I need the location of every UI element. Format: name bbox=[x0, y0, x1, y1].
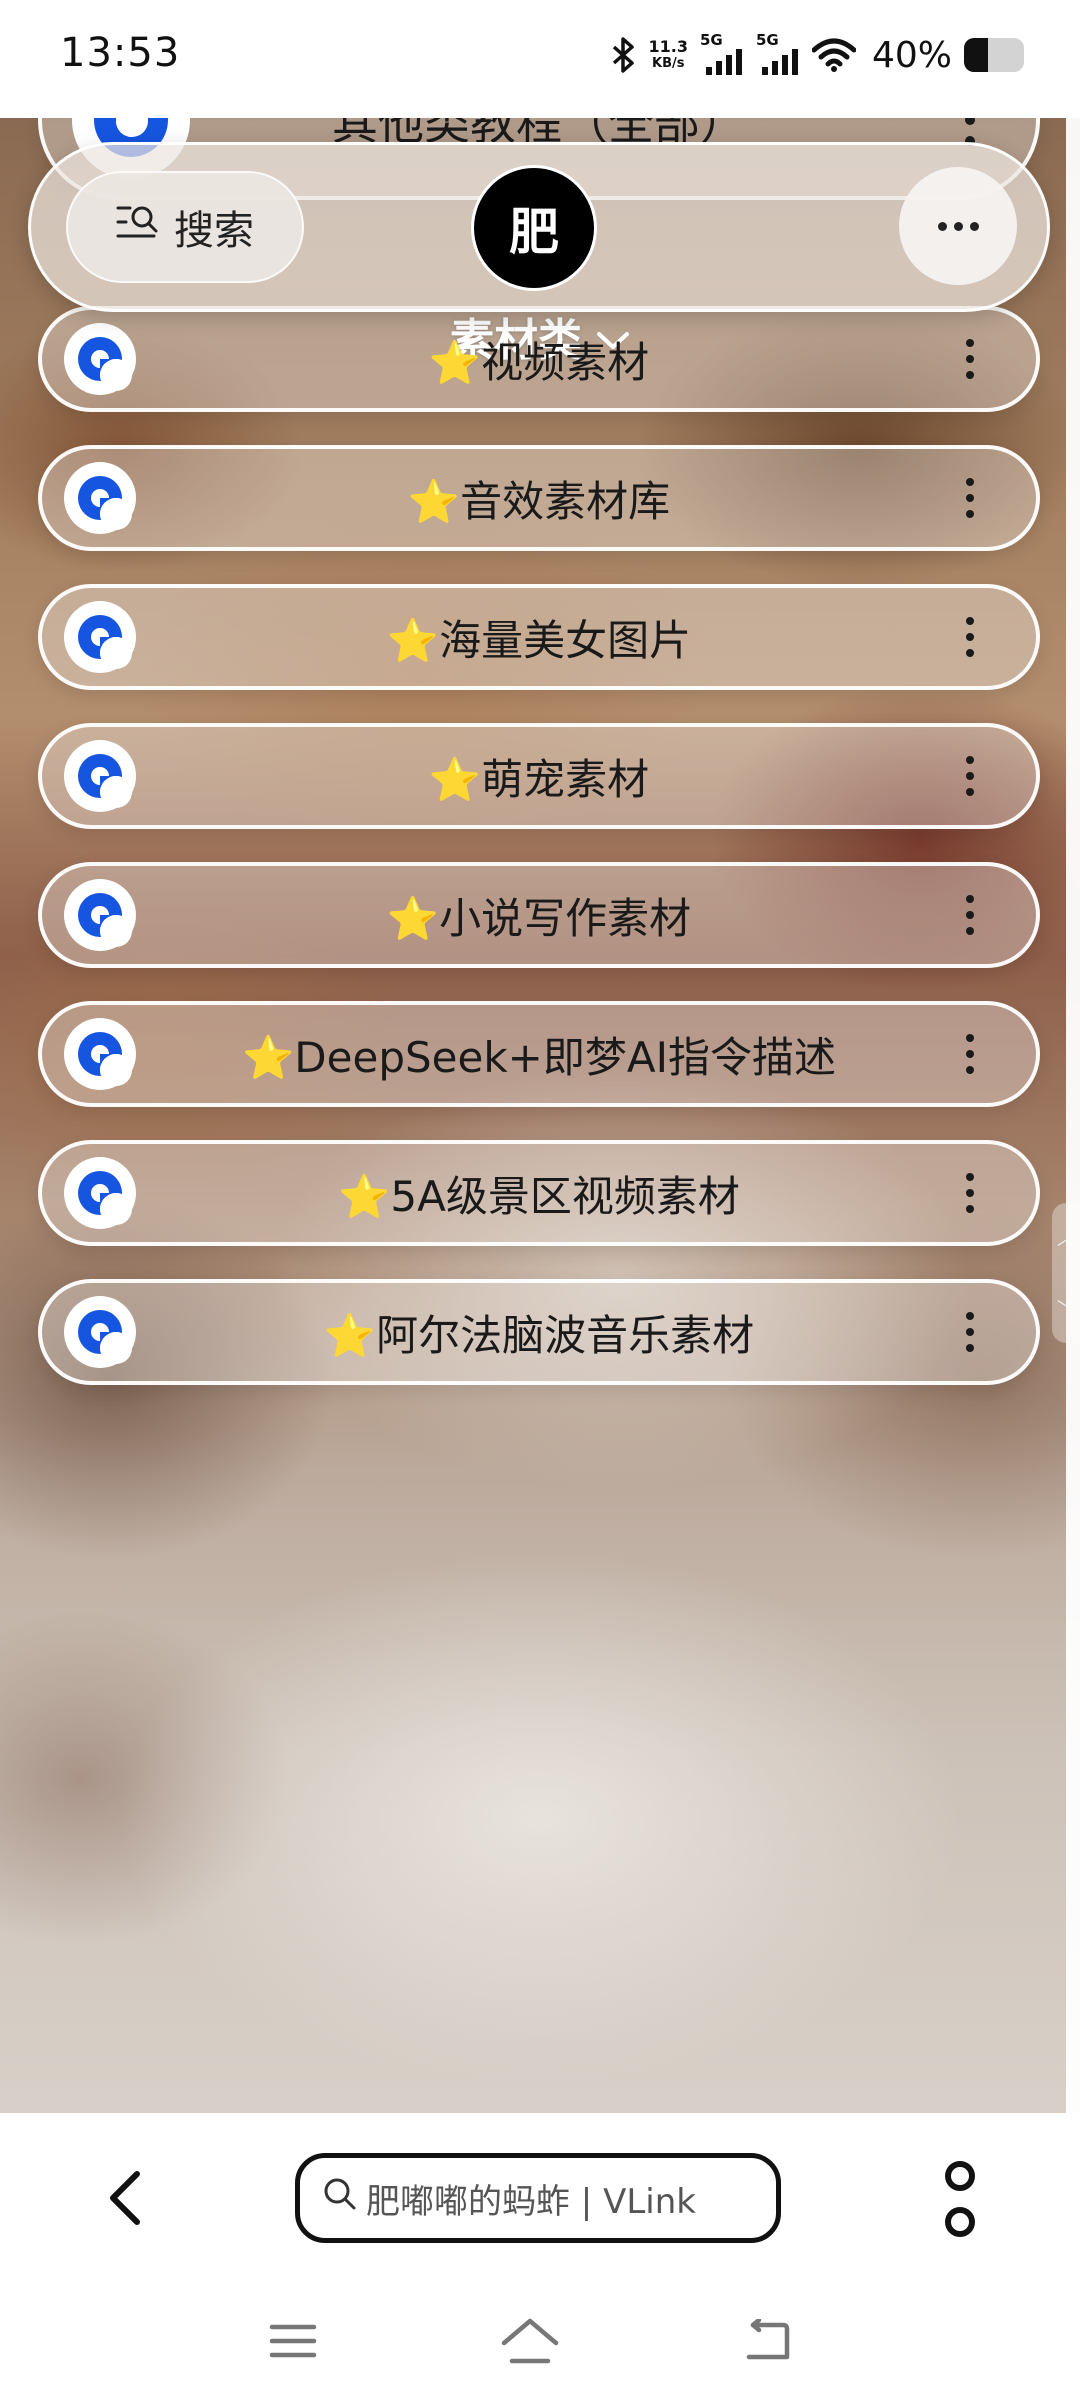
more-options-icon[interactable] bbox=[964, 895, 976, 935]
status-icons: 11.3 KB/s 5G 5G 40% bbox=[611, 30, 1024, 80]
list-item-title: ⭐海量美女图片 bbox=[386, 615, 692, 665]
search-icon bbox=[322, 2176, 358, 2221]
status-time: 13:53 bbox=[60, 30, 181, 76]
browser-menu-button[interactable] bbox=[930, 2161, 990, 2237]
site-logo-icon bbox=[64, 740, 136, 812]
web-content[interactable]: ︿ ﹀ 其他类教程（全部） 搜索 肥 素材类 ⭐视频素材 ⭐音效素材库 ⭐海量美女图… bbox=[0, 118, 1080, 2113]
more-options-icon[interactable] bbox=[964, 1173, 976, 1213]
chevron-up-icon: ︿ bbox=[1057, 1229, 1075, 1250]
browser-toolbar: 肥嘟嘟的蚂蚱 | VLink bbox=[0, 2113, 1080, 2283]
home-button[interactable] bbox=[490, 2301, 570, 2381]
chevron-down-icon: ﹀ bbox=[1057, 1299, 1075, 1320]
site-logo-icon bbox=[64, 879, 136, 951]
site-logo-icon bbox=[64, 1296, 136, 1368]
back-button[interactable] bbox=[90, 2163, 160, 2233]
list-item[interactable]: ⭐视频素材 bbox=[38, 306, 1040, 412]
site-logo-icon bbox=[64, 323, 136, 395]
floating-header: 搜索 肥 bbox=[28, 142, 1050, 312]
list-item-title: ⭐DeepSeek+即梦AI指令描述 bbox=[242, 1032, 836, 1082]
more-options-icon[interactable] bbox=[964, 1312, 976, 1352]
sim2-label: 5G bbox=[755, 31, 779, 49]
more-options-icon[interactable] bbox=[964, 617, 976, 657]
list-item[interactable]: ⭐阿尔法脑波音乐素材 bbox=[38, 1279, 1040, 1385]
status-bar: 13:53 11.3 KB/s 5G 5G 40% bbox=[0, 0, 1080, 118]
scrollbar-track bbox=[1066, 118, 1080, 2113]
list-item[interactable]: ⭐海量美女图片 bbox=[38, 584, 1040, 690]
site-logo-icon bbox=[64, 1157, 136, 1229]
list-item-title: ⭐音效素材库 bbox=[407, 476, 671, 526]
site-logo-icon bbox=[64, 462, 136, 534]
network-speed-unit: KB/s bbox=[652, 56, 685, 71]
search-button[interactable]: 搜索 bbox=[66, 171, 304, 283]
system-navigation-bar bbox=[0, 2283, 1080, 2400]
site-logo-icon bbox=[64, 1018, 136, 1090]
search-icon bbox=[116, 202, 162, 252]
list-item-title: ⭐萌宠素材 bbox=[428, 754, 650, 804]
signal-sim2-icon: 5G bbox=[756, 31, 800, 75]
battery-percent: 40% bbox=[871, 34, 952, 76]
search-label: 搜索 bbox=[174, 208, 254, 254]
more-options-icon[interactable] bbox=[964, 1034, 976, 1074]
battery-fill bbox=[964, 38, 988, 72]
back-nav-button[interactable] bbox=[725, 2301, 805, 2381]
sim1-label: 5G bbox=[699, 31, 723, 49]
more-menu-button[interactable] bbox=[899, 167, 1017, 285]
network-speed: 11.3 KB/s bbox=[649, 38, 688, 72]
wifi-icon bbox=[811, 38, 856, 72]
address-bar[interactable]: 肥嘟嘟的蚂蚱 | VLink bbox=[295, 2153, 781, 2243]
list-item[interactable]: ⭐DeepSeek+即梦AI指令描述 bbox=[38, 1001, 1040, 1107]
list-item[interactable]: ⭐小说写作素材 bbox=[38, 862, 1040, 968]
list-item-title: ⭐阿尔法脑波音乐素材 bbox=[323, 1310, 755, 1360]
recent-apps-button[interactable] bbox=[253, 2301, 333, 2381]
battery-icon bbox=[964, 38, 1024, 72]
more-options-icon[interactable] bbox=[964, 339, 976, 379]
list-item-title: ⭐5A级景区视频素材 bbox=[338, 1171, 740, 1221]
more-options-icon[interactable] bbox=[964, 756, 976, 796]
list-item-title: ⭐小说写作素材 bbox=[386, 893, 692, 943]
list-item[interactable]: ⭐音效素材库 bbox=[38, 445, 1040, 551]
list-item-title: ⭐视频素材 bbox=[428, 337, 650, 387]
list-item[interactable]: ⭐萌宠素材 bbox=[38, 723, 1040, 829]
bluetooth-icon bbox=[611, 37, 637, 73]
site-logo-icon bbox=[64, 601, 136, 673]
network-speed-value: 11.3 bbox=[648, 37, 688, 56]
scroll-handle[interactable]: ︿ ﹀ bbox=[1052, 1203, 1080, 1343]
list-item[interactable]: ⭐5A级景区视频素材 bbox=[38, 1140, 1040, 1246]
signal-sim1-icon: 5G bbox=[700, 31, 744, 75]
more-options-icon[interactable] bbox=[964, 478, 976, 518]
avatar[interactable]: 肥 bbox=[471, 165, 597, 291]
address-text: 肥嘟嘟的蚂蚱 | VLink bbox=[366, 2181, 696, 2222]
